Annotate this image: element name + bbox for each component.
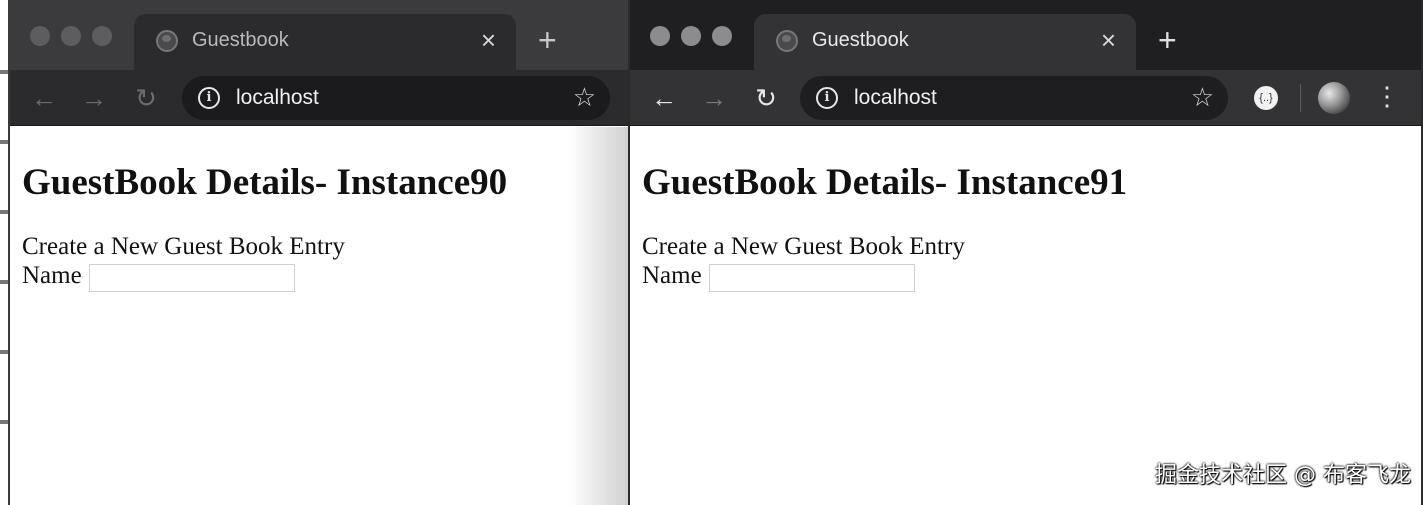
address-bar[interactable]: i localhost ☆ (800, 76, 1228, 120)
plus-icon[interactable]: + (1158, 22, 1177, 58)
globe-icon (156, 30, 178, 52)
toolbar: ← → ↻ i localhost ☆ {..} ⋮ (630, 70, 1421, 126)
close-window-button[interactable] (650, 26, 670, 46)
form-heading: Create a New Guest Book Entry (22, 233, 345, 260)
toolbar: ← → ↻ i localhost ☆ (10, 70, 628, 126)
titlebar: Guestbook × + (630, 0, 1421, 70)
left-edge-decoration (0, 30, 8, 450)
url-text[interactable]: localhost (854, 86, 937, 110)
reload-icon[interactable]: ↻ (750, 82, 782, 114)
maximize-window-button[interactable] (712, 26, 732, 46)
tab-title: Guestbook (812, 29, 909, 51)
name-input[interactable] (89, 264, 295, 292)
kebab-menu-icon[interactable]: ⋮ (1374, 80, 1400, 112)
page-title: GuestBook Details- Instance90 (22, 162, 508, 203)
url-text[interactable]: localhost (236, 86, 319, 110)
name-label: Name (642, 262, 702, 289)
window-controls (650, 26, 732, 46)
extension-icon[interactable]: {..} (1254, 86, 1278, 110)
page-content: GuestBook Details- Instance90 Create a N… (10, 127, 628, 505)
arrow-right-icon[interactable]: → (698, 82, 730, 114)
arrow-right-icon[interactable]: → (78, 82, 110, 114)
name-label: Name (22, 262, 82, 289)
minimize-window-button[interactable] (61, 26, 81, 46)
minimize-window-button[interactable] (681, 26, 701, 46)
address-bar[interactable]: i localhost ☆ (182, 76, 610, 120)
reload-icon[interactable]: ↻ (130, 82, 162, 114)
titlebar: Guestbook × + (10, 0, 628, 70)
arrow-left-icon[interactable]: ← (28, 82, 60, 114)
close-window-button[interactable] (30, 26, 50, 46)
info-icon[interactable]: i (198, 87, 220, 109)
toolbar-separator (1300, 84, 1301, 112)
maximize-window-button[interactable] (92, 26, 112, 46)
page-title: GuestBook Details- Instance91 (642, 162, 1128, 203)
close-icon[interactable]: × (481, 26, 496, 54)
page-content: GuestBook Details- Instance91 Create a N… (630, 127, 1421, 505)
window-controls (30, 26, 112, 46)
tab-guestbook[interactable]: Guestbook × (754, 14, 1136, 70)
tab-guestbook[interactable]: Guestbook × (134, 14, 516, 70)
avatar[interactable] (1318, 82, 1350, 114)
star-icon[interactable]: ☆ (573, 82, 596, 112)
plus-icon[interactable]: + (538, 22, 557, 58)
close-icon[interactable]: × (1101, 26, 1116, 54)
star-icon[interactable]: ☆ (1191, 82, 1214, 112)
name-input[interactable] (709, 264, 915, 292)
arrow-left-icon[interactable]: ← (648, 82, 680, 114)
info-icon[interactable]: i (816, 87, 838, 109)
browser-window-left: Guestbook × + ← → ↻ i localhost ☆ GuestB… (8, 0, 628, 505)
globe-icon (776, 30, 798, 52)
watermark: 掘金技术社区 @ 布客飞龙 (1155, 463, 1411, 488)
browser-window-right: Guestbook × + ← → ↻ i localhost ☆ {..} ⋮… (628, 0, 1423, 505)
form-heading: Create a New Guest Book Entry (642, 233, 965, 260)
tab-title: Guestbook (192, 29, 289, 51)
